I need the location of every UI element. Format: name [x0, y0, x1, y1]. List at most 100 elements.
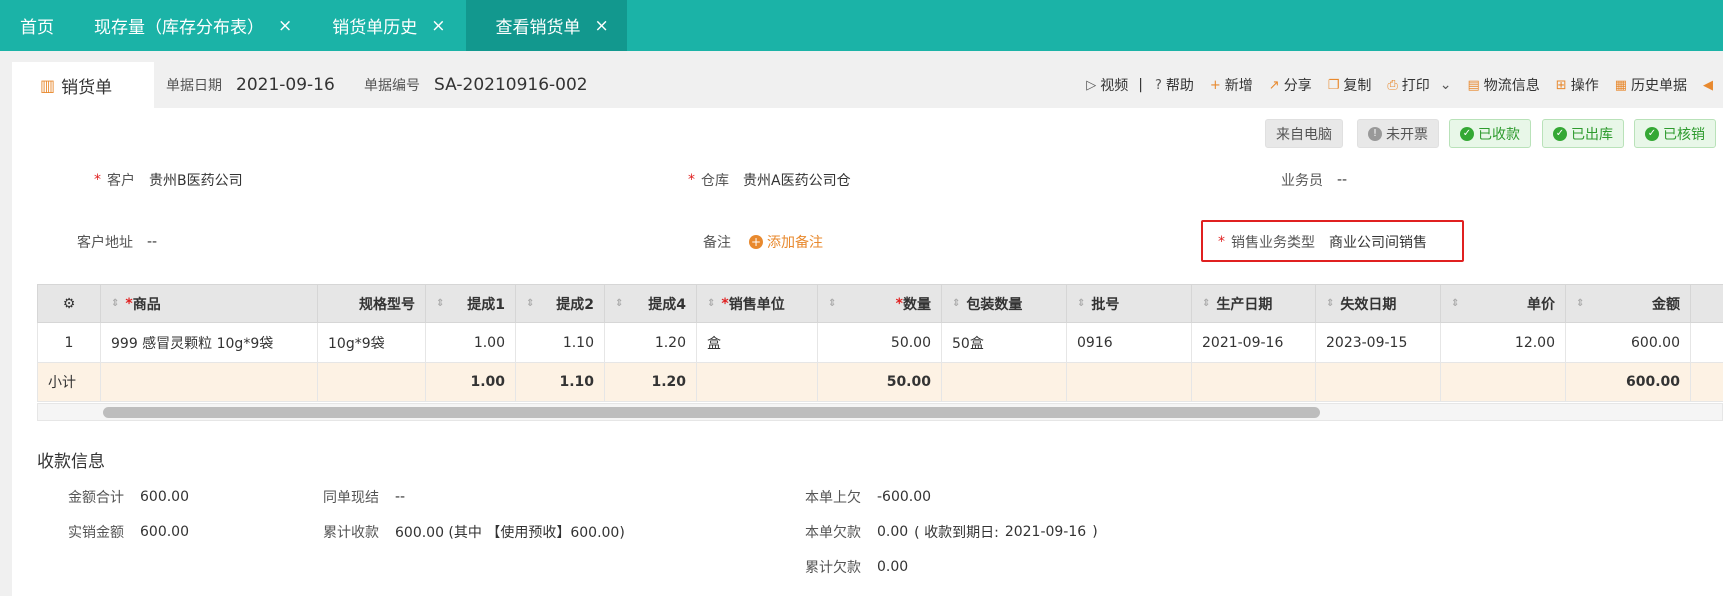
salesman-field[interactable]: 业务员 -- [1281, 170, 1347, 190]
collapse-button[interactable]: ◀ [1703, 78, 1717, 93]
actual-label: 实销金额 [68, 525, 124, 541]
table-row[interactable]: 1 999 感冒灵颗粒 10g*9袋 10g*9袋 1.00 1.10 1.20… [37, 322, 1723, 363]
product-cell[interactable]: 999 感冒灵颗粒 10g*9袋 [100, 322, 318, 363]
column-header[interactable]: ⇕ 提成1 [425, 284, 516, 323]
add-note-button[interactable]: + 添加备注 [749, 232, 823, 252]
close-icon[interactable]: × [595, 16, 609, 36]
history-button[interactable]: ▦ 历史单据 [1615, 75, 1687, 95]
tab-home[interactable]: 首页 [0, 0, 74, 51]
column-header[interactable]: ⇕ 提成4 [604, 284, 697, 323]
empty-cell [1440, 362, 1566, 402]
cum-label: 累计收款 [323, 525, 379, 541]
column-header[interactable]: ⇕ * 商品 [100, 284, 318, 323]
scrollbar-thumb[interactable] [103, 407, 1320, 418]
tab-sales-history[interactable]: 销货单历史 × [312, 0, 465, 51]
biz-type-field[interactable]: * 销售业务类型 商业公司间销售 [1218, 232, 1427, 252]
sort-icon[interactable]: ⇕ [1202, 298, 1210, 309]
close-icon[interactable]: × [278, 16, 292, 36]
qty-cell[interactable]: 50.00 [817, 322, 942, 363]
column-header[interactable] [1690, 284, 1723, 323]
subtotal-c4: 1.20 [604, 362, 697, 402]
doc-tab[interactable]: ▥ 销货单 [12, 62, 154, 108]
customer-value: 贵州B医药公司 [149, 173, 243, 189]
column-label: 批号 [1091, 296, 1120, 313]
column-label: 提成2 [556, 296, 594, 313]
sort-icon[interactable]: ⇕ [526, 298, 534, 309]
warehouse-field[interactable]: * 仓库 贵州A医药公司仓 [688, 170, 851, 190]
cumulative-received: 累计收款 600.00 (其中 【使用预收】600.00) [323, 522, 625, 542]
help-button[interactable]: ? 帮助 [1155, 75, 1194, 95]
close-icon[interactable]: × [431, 16, 445, 36]
column-header[interactable]: ⇕ * 数量 [817, 284, 942, 323]
pack-cell[interactable]: 50盒 [941, 322, 1067, 363]
settings-header[interactable]: ⚙ [37, 284, 101, 323]
sort-icon[interactable]: ⇕ [707, 298, 715, 309]
video-button[interactable]: ▷ 视频 [1086, 75, 1128, 95]
amount-cell[interactable]: 600.00 [1565, 322, 1691, 363]
column-header[interactable]: 规格型号 [317, 284, 426, 323]
subtotal-qty: 50.00 [817, 362, 942, 402]
commission4-cell[interactable]: 1.20 [604, 322, 697, 363]
empty-cell [1191, 362, 1316, 402]
sort-icon[interactable]: ⇕ [111, 298, 119, 309]
tab-view-sales-order[interactable]: 查看销货单 × [465, 0, 627, 51]
address-value: -- [147, 234, 158, 250]
doc-number: 单据编号 SA-20210916-002 [364, 62, 588, 108]
unit-cell[interactable]: 盒 [696, 322, 818, 363]
column-header[interactable]: ⇕ 提成2 [515, 284, 605, 323]
column-header[interactable]: ⇕ 单价 [1440, 284, 1566, 323]
sort-icon[interactable]: ⇕ [1326, 298, 1334, 309]
warehouse-value: 贵州A医药公司仓 [743, 173, 851, 189]
column-header[interactable]: ⇕ 包装数量 [941, 284, 1067, 323]
column-header[interactable]: ⇕ 批号 [1066, 284, 1192, 323]
required-mark: * [1218, 234, 1225, 250]
gear-icon[interactable]: ⚙ [63, 296, 76, 312]
logistics-label: 物流信息 [1483, 78, 1540, 94]
sort-icon[interactable]: ⇕ [1077, 298, 1085, 309]
chevron-down-icon[interactable]: ⌄ [1440, 77, 1452, 93]
sort-icon[interactable]: ⇕ [436, 298, 444, 309]
commission1-cell[interactable]: 1.00 [425, 322, 516, 363]
tab-inventory[interactable]: 现存量（库存分布表） × [74, 0, 312, 51]
price-cell[interactable]: 12.00 [1440, 322, 1566, 363]
note-label: 备注 [703, 235, 731, 251]
owe-note-end: ) [1092, 524, 1098, 540]
tab-label: 首页 [20, 18, 54, 38]
row-index: 1 [37, 322, 101, 363]
sort-icon[interactable]: ⇕ [952, 298, 960, 309]
column-header[interactable]: ⇕ 生产日期 [1191, 284, 1316, 323]
owe-due-date: 2021-09-16 [1004, 524, 1087, 540]
operate-button[interactable]: ⊞ 操作 [1556, 75, 1599, 95]
history-label: 历史单据 [1631, 78, 1687, 94]
address-field[interactable]: 客户地址 -- [77, 232, 157, 252]
sort-icon[interactable]: ⇕ [615, 298, 623, 309]
prod-date-cell[interactable]: 2021-09-16 [1191, 322, 1316, 363]
column-label: 规格型号 [359, 296, 415, 313]
new-button[interactable]: + 新增 [1210, 75, 1253, 95]
commission2-cell[interactable]: 1.10 [515, 322, 605, 363]
subtotal-label: 小计 [37, 362, 101, 402]
spec-cell[interactable]: 10g*9袋 [317, 322, 426, 363]
empty-cell [317, 362, 426, 402]
info-icon: ! [1368, 126, 1382, 141]
prev-owed: 本单上欠 -600.00 [805, 487, 931, 507]
owe-label: 本单欠款 [805, 525, 861, 541]
column-label: 金额 [1652, 296, 1680, 313]
logistics-button[interactable]: ▤ 物流信息 [1468, 75, 1540, 95]
copy-button[interactable]: ❐ 复制 [1328, 75, 1372, 95]
sort-icon[interactable]: ⇕ [1576, 298, 1584, 309]
exp-date-cell[interactable]: 2023-09-15 [1315, 322, 1441, 363]
doc-tab-label: 销货单 [61, 77, 113, 98]
empty-cell [696, 362, 818, 402]
batch-cell[interactable]: 0916 [1066, 322, 1192, 363]
customer-field[interactable]: * 客户 贵州B医药公司 [94, 170, 243, 190]
sort-icon[interactable]: ⇕ [828, 298, 836, 309]
salesman-label: 业务员 [1281, 173, 1323, 189]
column-header[interactable]: ⇕ 失效日期 [1315, 284, 1441, 323]
extra-cell [1690, 322, 1723, 363]
column-header[interactable]: ⇕ * 销售单位 [696, 284, 818, 323]
column-header[interactable]: ⇕ 金额 [1565, 284, 1691, 323]
print-button[interactable]: ⎙ 打印 ⌄ [1387, 75, 1451, 95]
share-button[interactable]: ↗ 分享 [1269, 75, 1312, 95]
sort-icon[interactable]: ⇕ [1451, 298, 1459, 309]
